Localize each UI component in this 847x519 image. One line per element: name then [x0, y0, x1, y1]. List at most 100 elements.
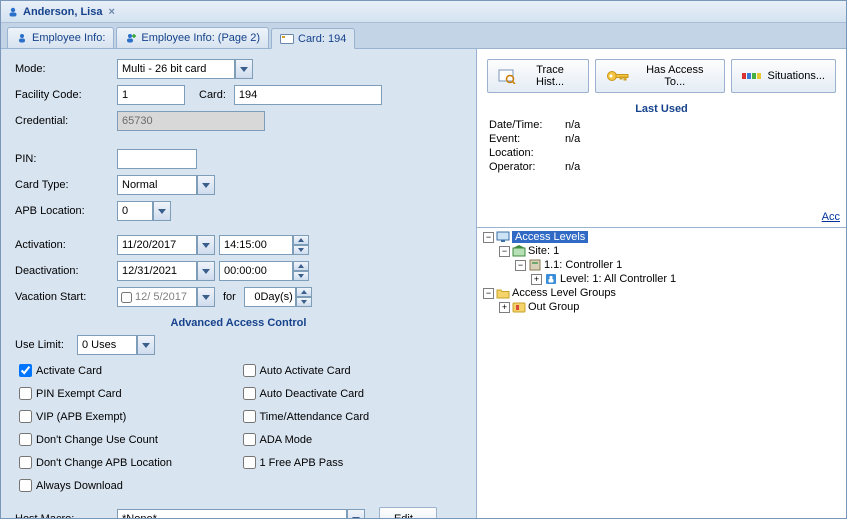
- deactivation-date-input[interactable]: [117, 261, 197, 281]
- time-spinner[interactable]: [293, 235, 309, 255]
- time-attendance-checkbox[interactable]: Time/Attendance Card: [239, 407, 463, 426]
- uselimit-value: 0 Uses: [82, 339, 116, 351]
- free-apb-checkbox[interactable]: 1 Free APB Pass: [239, 453, 463, 472]
- hostmacro-combo[interactable]: *None*: [117, 509, 347, 518]
- tree-node-out-group[interactable]: + Out Group: [499, 300, 844, 314]
- access-tree: − Access Levels − Site: 1: [477, 227, 846, 518]
- auto-activate-checkbox[interactable]: Auto Activate Card: [239, 361, 463, 380]
- situations-button[interactable]: Situations...: [731, 59, 836, 93]
- tree-node-level[interactable]: + Level: 1: All Controller 1: [531, 272, 844, 286]
- tab-card[interactable]: Card: 194: [271, 28, 355, 49]
- days-spinner[interactable]: [296, 287, 312, 307]
- tree-label: 1.1: Controller 1: [544, 259, 622, 271]
- site-icon: [512, 245, 526, 257]
- activate-card-checkbox[interactable]: Activate Card: [15, 361, 239, 380]
- expand-icon[interactable]: +: [499, 302, 510, 313]
- vacation-label: Vacation Start:: [15, 291, 117, 303]
- last-used-section: Last Used Date/Time:n/a Event:n/a Locati…: [477, 103, 846, 183]
- vacation-enable-checkbox[interactable]: [121, 292, 132, 303]
- activation-label: Activation:: [15, 239, 117, 251]
- tree-label: Out Group: [528, 301, 579, 313]
- tree-node-access-level-groups[interactable]: − Access Level Groups: [483, 286, 844, 300]
- trace-icon: [498, 68, 516, 84]
- hostmacro-value: *None*: [122, 513, 157, 518]
- pin-exempt-checkbox[interactable]: PIN Exempt Card: [15, 384, 239, 403]
- credential-field: [117, 111, 265, 131]
- chevron-down-icon[interactable]: [197, 261, 215, 281]
- acc-link[interactable]: Acc: [477, 183, 846, 227]
- ada-mode-checkbox[interactable]: ADA Mode: [239, 430, 463, 449]
- cardtype-combo[interactable]: Normal: [117, 175, 197, 195]
- chevron-down-icon[interactable]: [153, 201, 171, 221]
- card-input[interactable]: [234, 85, 382, 105]
- expand-icon[interactable]: +: [531, 274, 542, 285]
- for-label: for: [223, 291, 236, 303]
- facility-input[interactable]: [117, 85, 185, 105]
- days-suffix: Day(s): [260, 291, 292, 303]
- right-pane: Trace Hist... Has Access To... Situation…: [476, 49, 846, 518]
- tree-label: Access Level Groups: [512, 287, 616, 299]
- top-button-bar: Trace Hist... Has Access To... Situation…: [477, 49, 846, 103]
- datetime-label: Date/Time:: [489, 119, 565, 131]
- chevron-down-icon[interactable]: [197, 287, 215, 307]
- dont-apb-checkbox[interactable]: Don't Change APB Location: [15, 453, 239, 472]
- hostmacro-label: Host Macro:: [15, 513, 117, 518]
- group-icon: [512, 301, 526, 313]
- chevron-down-icon[interactable]: [137, 335, 155, 355]
- activation-date-input[interactable]: [117, 235, 197, 255]
- collapse-icon[interactable]: −: [483, 232, 494, 243]
- uselimit-combo[interactable]: 0 Uses: [77, 335, 137, 355]
- left-pane: Mode: Multi - 26 bit card Facility Code:…: [1, 49, 476, 518]
- chevron-down-icon[interactable]: [197, 175, 215, 195]
- tab-employee-info-2[interactable]: Employee Info: (Page 2): [116, 27, 269, 48]
- level-icon: [544, 273, 558, 285]
- auto-deactivate-checkbox[interactable]: Auto Deactivate Card: [239, 384, 463, 403]
- card-icon: [280, 34, 294, 44]
- collapse-icon[interactable]: −: [483, 288, 494, 299]
- activation-time-input[interactable]: [219, 235, 293, 255]
- time-spinner[interactable]: [293, 261, 309, 281]
- tree-label: Level: 1: All Controller 1: [560, 273, 676, 285]
- cardtype-label: Card Type:: [15, 179, 117, 191]
- last-used-title: Last Used: [489, 103, 834, 115]
- edit-button[interactable]: Edit...: [379, 507, 437, 518]
- folder-icon: [496, 287, 510, 299]
- mode-value: Multi - 26 bit card: [122, 63, 206, 75]
- chevron-down-icon[interactable]: [235, 59, 253, 79]
- card-label: Card:: [199, 89, 226, 101]
- chevron-down-icon[interactable]: [197, 235, 215, 255]
- tree-node-access-levels[interactable]: − Access Levels: [483, 230, 844, 244]
- dont-use-count-checkbox[interactable]: Don't Change Use Count: [15, 430, 239, 449]
- advanced-header: Advanced Access Control: [15, 317, 462, 329]
- deactivation-label: Deactivation:: [15, 265, 117, 277]
- datetime-value: n/a: [565, 119, 580, 131]
- titlebar: Anderson, Lisa ×: [1, 1, 846, 23]
- tab-employee-info[interactable]: Employee Info:: [7, 27, 114, 48]
- person-plus-icon: [125, 32, 137, 44]
- close-tab-icon[interactable]: ×: [108, 6, 114, 18]
- tree-node-controller[interactable]: − 1.1: Controller 1: [515, 258, 844, 272]
- apbloc-combo[interactable]: 0: [117, 201, 153, 221]
- always-download-checkbox[interactable]: Always Download: [15, 476, 239, 495]
- vacation-days-input[interactable]: 0Day(s): [244, 287, 296, 307]
- cardtype-value: Normal: [122, 179, 157, 191]
- apbloc-label: APB Location:: [15, 205, 117, 217]
- tab-label: Card: 194: [298, 33, 346, 45]
- trace-history-button[interactable]: Trace Hist...: [487, 59, 589, 93]
- titlebar-name: Anderson, Lisa: [23, 6, 102, 18]
- tree-node-site[interactable]: − Site: 1: [499, 244, 844, 258]
- collapse-icon[interactable]: −: [515, 260, 526, 271]
- chevron-down-icon[interactable]: [347, 509, 365, 518]
- mode-combo[interactable]: Multi - 26 bit card: [117, 59, 235, 79]
- vacation-date-input[interactable]: 12/ 5/2017: [117, 287, 197, 307]
- collapse-icon[interactable]: −: [499, 246, 510, 257]
- has-access-button[interactable]: Has Access To...: [595, 59, 724, 93]
- key-icon: [606, 69, 630, 83]
- vip-checkbox[interactable]: VIP (APB Exempt): [15, 407, 239, 426]
- tab-bar: Employee Info: Employee Info: (Page 2) C…: [1, 23, 846, 49]
- deactivation-time-input[interactable]: [219, 261, 293, 281]
- pin-input[interactable]: [117, 149, 197, 169]
- facility-label: Facility Code:: [15, 89, 117, 101]
- event-label: Event:: [489, 133, 565, 145]
- apbloc-value: 0: [122, 205, 128, 217]
